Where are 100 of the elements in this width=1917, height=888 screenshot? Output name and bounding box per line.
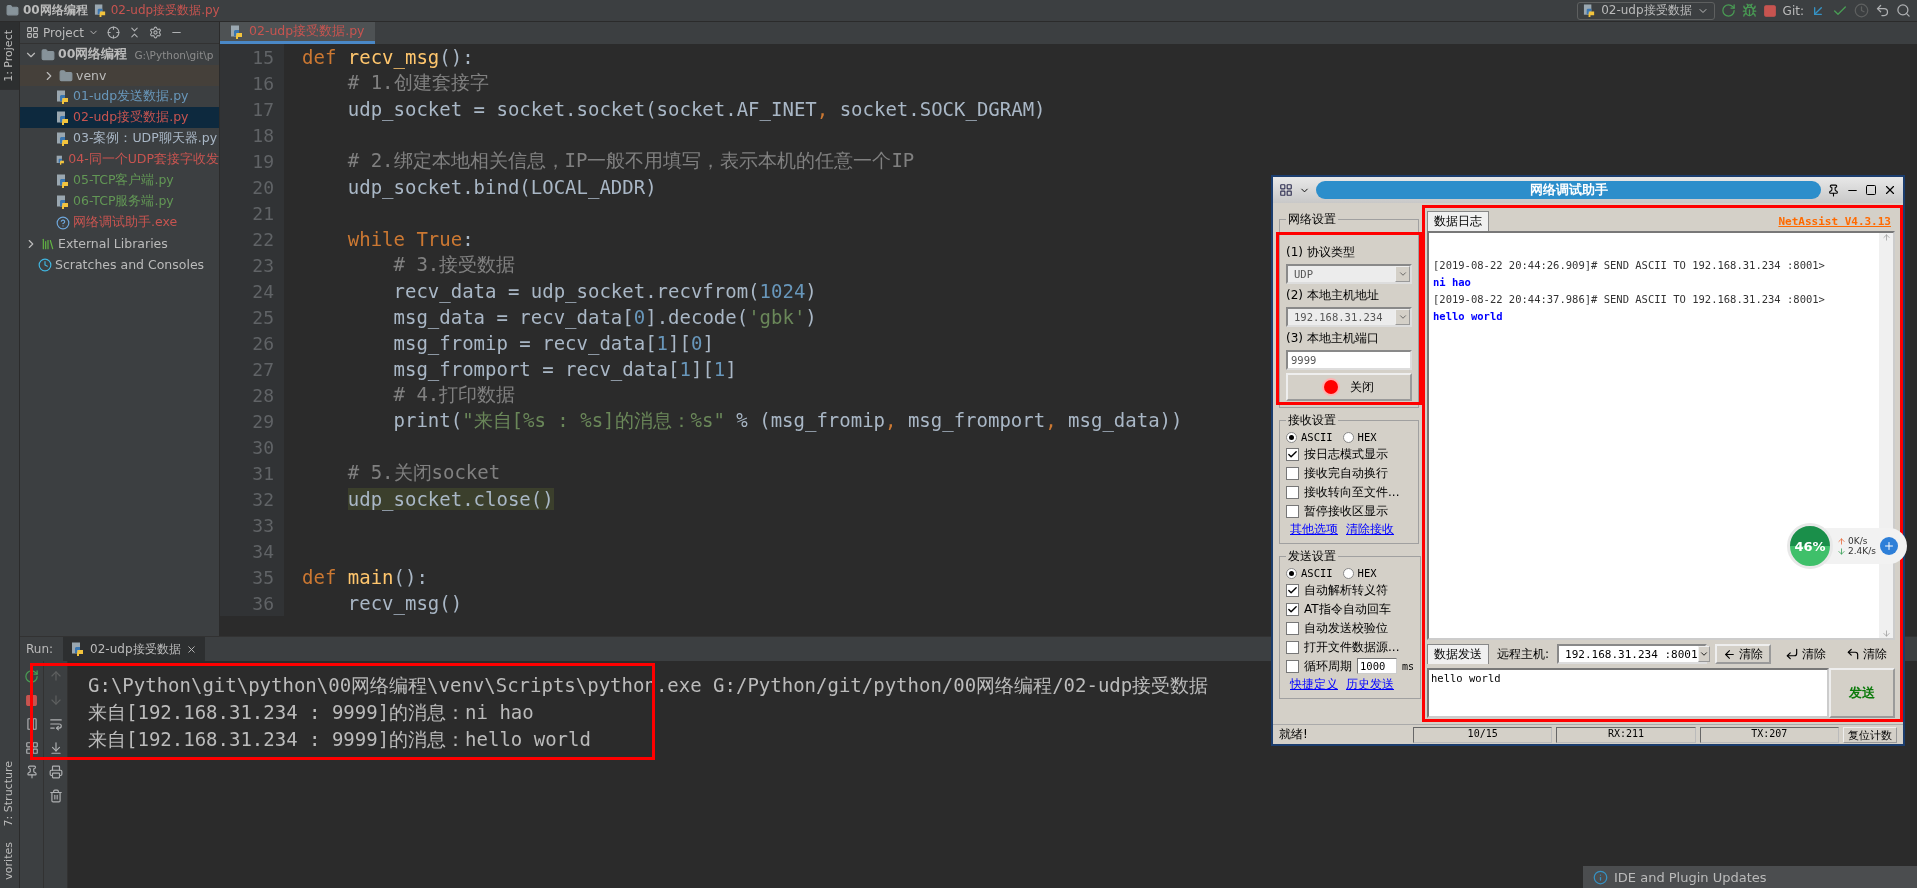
checkbox[interactable] — [1286, 466, 1299, 480]
send-tab[interactable]: 数据发送 — [1427, 644, 1489, 664]
code-line: print("来自[%s : %s]的消息：%s" % (msg_fromip, msg_fromport, msg_data)) — [392, 408, 1183, 434]
option-label: 自动发送校验位 — [1304, 619, 1388, 637]
file-name: 02-udp接受数据.py — [73, 109, 189, 126]
rerun-icon[interactable] — [1720, 3, 1736, 18]
close-icon[interactable] — [1883, 183, 1897, 197]
soft-wrap-icon[interactable] — [48, 717, 63, 731]
caret-icon[interactable] — [1698, 649, 1709, 659]
arrow-up-icon — [1837, 536, 1846, 546]
undo-icon[interactable] — [1875, 3, 1890, 18]
python-file-icon — [93, 4, 107, 17]
radio-option[interactable]: HEX — [1342, 431, 1377, 443]
log-tab[interactable]: 数据日志 — [1427, 211, 1489, 231]
tree-item[interactable]: 00网络编程 G:\Python\git\p — [20, 44, 219, 65]
clear-button[interactable]: 清除 — [1840, 644, 1894, 664]
code-line: recv_data = udp_socket.recvfrom(1024) — [392, 280, 817, 302]
arrow-left-icon — [1723, 647, 1737, 661]
send-field[interactable]: hello world — [1427, 668, 1829, 718]
rerun-icon[interactable] — [24, 669, 39, 684]
python-file-icon — [56, 173, 70, 188]
checkbox[interactable] — [1286, 447, 1299, 461]
settings-icon[interactable] — [149, 26, 163, 39]
stop-icon[interactable] — [25, 694, 38, 707]
bug-icon[interactable] — [1741, 3, 1757, 18]
scroll-to-end-icon[interactable] — [48, 741, 63, 755]
close-connection-button[interactable]: 关闭 — [1286, 373, 1412, 401]
field-label: (2) 本地主机地址 — [1286, 287, 1380, 304]
code-line: # 2.绑定本地相关信息，IP一般不用填写，表示本机的任意一个IP — [346, 148, 915, 173]
file-name: External Libraries — [58, 236, 168, 251]
reset-count-button[interactable]: 复位计数 — [1843, 726, 1897, 743]
checkbox[interactable] — [1286, 485, 1299, 499]
log-line: [2019-08-22 20:44:37.986]# SEND ASCII TO 192.168.31.234 :8001> — [1433, 293, 1826, 305]
layout-icon[interactable] — [24, 741, 39, 755]
checkbox[interactable] — [1286, 640, 1299, 654]
console-line: 来自[192.168.31.234 : 9999]的消息：ni hao — [88, 700, 535, 725]
remote-host-select[interactable]: 192.168.31.234 :8001 — [1557, 644, 1708, 664]
send-button[interactable]: 发送 — [1829, 668, 1895, 718]
print-icon[interactable] — [48, 765, 63, 779]
file-name: 05-TCP客户端.py — [73, 172, 174, 189]
checkbox[interactable] — [1286, 504, 1299, 518]
checkbox[interactable] — [1286, 621, 1299, 635]
tool-window-tab[interactable]: 7: Structure — [0, 753, 19, 835]
option-label: 按日志模式显示 — [1304, 445, 1388, 463]
tree-item[interactable]: Scratches and Consoles — [20, 254, 219, 275]
port-field[interactable]: 9999 — [1286, 350, 1412, 370]
trash-icon[interactable] — [48, 789, 63, 803]
python-file-icon — [56, 89, 70, 104]
checkbox[interactable] — [1286, 583, 1299, 597]
tree-item[interactable]: External Libraries — [20, 233, 219, 254]
code-line: udp_socket = socket.socket(socket.AF_INET, socket.SOCK_DGRAM) — [346, 98, 1046, 120]
project-view-dropdown[interactable]: Project — [26, 25, 100, 40]
python-file-icon — [56, 131, 70, 146]
link[interactable]: 清除接收 — [1346, 522, 1394, 537]
tree-item[interactable]: 06-TCP服务端.py — [20, 191, 219, 212]
tree-item[interactable]: venv — [20, 65, 219, 86]
address-select[interactable]: 192.168.31.234 — [1286, 307, 1412, 327]
download-speed: 2.4K/s — [1848, 546, 1876, 556]
pause-icon[interactable] — [24, 717, 39, 731]
period-field[interactable]: 1000 — [1357, 658, 1397, 674]
locate-icon[interactable] — [107, 26, 121, 39]
breadcrumb[interactable]: 00网络编程 — [6, 2, 88, 19]
option-label: 循环周期 — [1304, 657, 1352, 675]
radio-option[interactable]: HEX — [1342, 567, 1377, 579]
pin-icon[interactable] — [1827, 183, 1840, 197]
unit-label: ms — [1402, 660, 1415, 672]
option-label: 接收完自动换行 — [1304, 464, 1388, 482]
link[interactable]: 快捷定义 — [1290, 677, 1338, 692]
checkbox[interactable] — [1286, 659, 1299, 673]
run-tab[interactable]: 02-udp接受数据 — [63, 637, 205, 661]
link[interactable]: 历史发送 — [1346, 677, 1394, 692]
checkbox[interactable] — [1286, 602, 1299, 616]
radio-option[interactable]: ASCII — [1286, 567, 1333, 579]
code-line: # 4.打印数据 — [392, 382, 516, 407]
protocol-select[interactable]: UDP — [1286, 264, 1412, 284]
code-line: def recv_msg(): — [302, 46, 474, 68]
radio-option[interactable]: ASCII — [1286, 431, 1333, 443]
tool-window-tab[interactable]: 1: Project — [0, 22, 19, 90]
tree-item[interactable]: 05-TCP客户端.py — [20, 170, 219, 191]
stop-icon[interactable] — [1762, 3, 1777, 18]
notification[interactable]: IDE and Plugin Updates — [1583, 866, 1917, 888]
link[interactable]: 其他选项 — [1290, 522, 1338, 537]
info-icon — [1593, 869, 1608, 885]
run-config-dropdown[interactable]: 02-udp接受数据 — [1577, 1, 1715, 20]
tree-item[interactable]: 01-udp发送数据.py — [20, 86, 219, 107]
search-icon[interactable] — [1896, 3, 1911, 18]
arrow-down-icon — [1837, 546, 1846, 556]
clear-button[interactable]: 清除 — [1779, 644, 1833, 664]
plus-icon[interactable] — [1879, 537, 1898, 555]
group-title: 网络设置 — [1287, 211, 1337, 228]
tree-item[interactable]: 03-案例：UDP聊天器.py — [20, 128, 219, 149]
close-icon[interactable] — [185, 643, 197, 655]
python-file-icon — [71, 642, 86, 656]
python-file-icon — [1583, 4, 1597, 17]
tree-item[interactable]: 02-udp接受数据.py — [20, 107, 219, 128]
tool-window-tab[interactable]: vorites — [0, 834, 19, 888]
field-label: (1) 协议类型 — [1286, 244, 1356, 261]
folder-name: 00网络编程 — [58, 46, 128, 63]
maximize-icon[interactable] — [1865, 184, 1877, 196]
clear-button[interactable]: 清除 — [1715, 644, 1772, 664]
